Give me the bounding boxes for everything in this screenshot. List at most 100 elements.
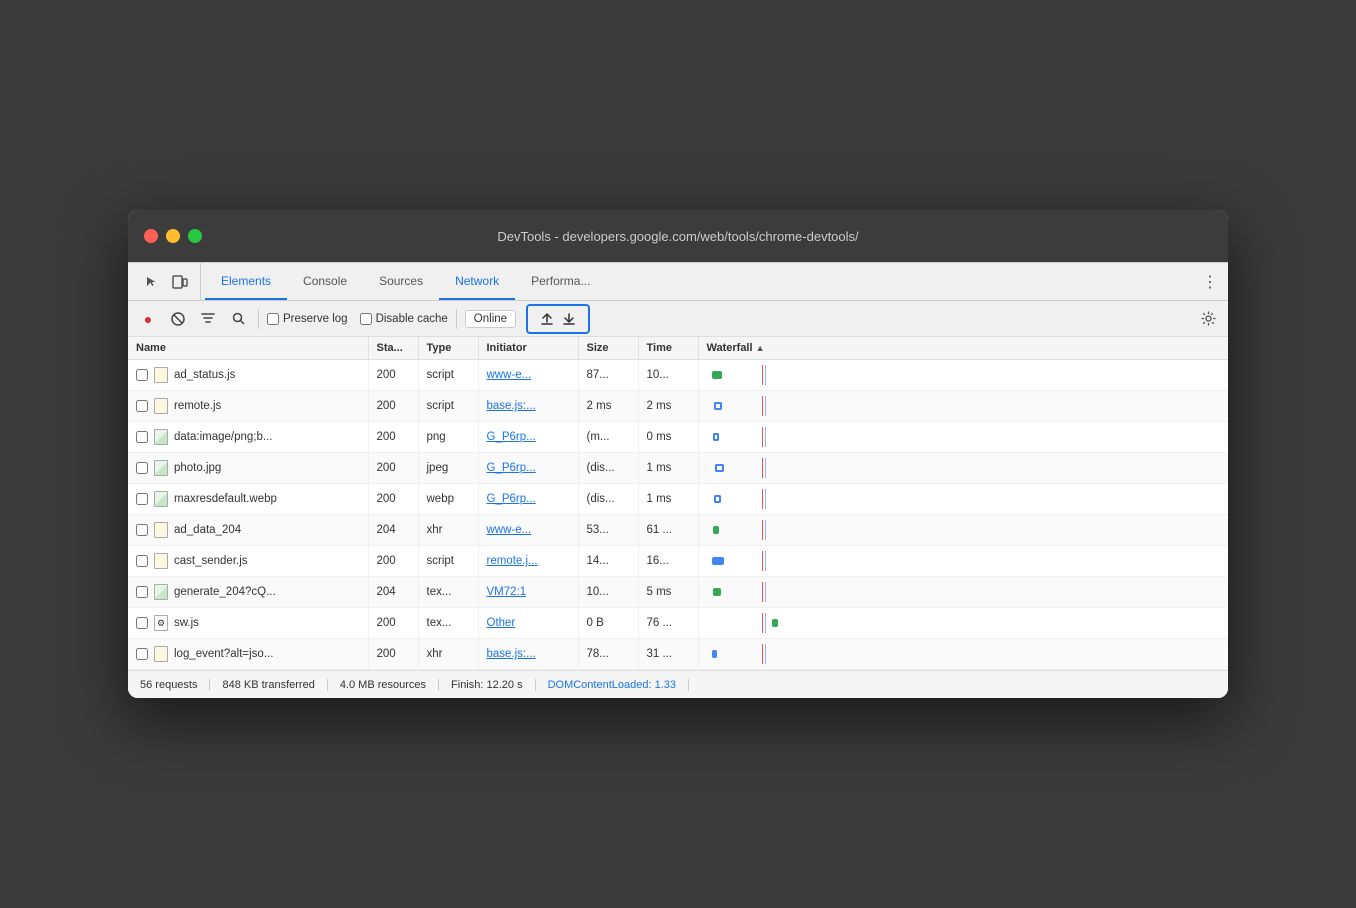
initiator-link[interactable]: base.js:... [487, 400, 536, 412]
row-checkbox[interactable] [136, 648, 148, 660]
file-name: data:image/png;b... [174, 431, 272, 443]
col-header-name[interactable]: Name [128, 337, 368, 360]
row-checkbox[interactable] [136, 369, 148, 381]
more-tabs-button[interactable]: ⋮ [1196, 268, 1224, 296]
cell-initiator[interactable]: base.js:... [478, 391, 578, 422]
cell-initiator[interactable]: VM72:1 [478, 577, 578, 608]
record-button[interactable]: ● [136, 307, 160, 331]
table-row[interactable]: ad_status.js 200scriptwww-e...87...10... [128, 360, 1228, 391]
tab-elements[interactable]: Elements [205, 263, 287, 300]
devtools-body: Elements Console Sources Network Perform… [128, 262, 1228, 698]
toolbar-separator-1 [258, 309, 259, 329]
cell-type: script [418, 391, 478, 422]
cell-initiator[interactable]: G_P6rp... [478, 422, 578, 453]
initiator-link[interactable]: www-e... [487, 524, 532, 536]
disable-cache-label[interactable]: Disable cache [360, 313, 448, 325]
tab-network[interactable]: Network [439, 263, 515, 300]
row-checkbox[interactable] [136, 493, 148, 505]
cell-waterfall [698, 546, 1228, 577]
download-button[interactable] [562, 312, 576, 326]
preserve-log-label[interactable]: Preserve log [267, 313, 348, 325]
tab-icons [132, 263, 201, 300]
cell-initiator[interactable]: www-e... [478, 360, 578, 391]
table-header-row: Name Sta... Type Initiator Size [128, 337, 1228, 360]
cell-initiator[interactable]: remote.j... [478, 546, 578, 577]
col-header-size[interactable]: Size [578, 337, 638, 360]
initiator-link[interactable]: Other [487, 617, 516, 629]
initiator-link[interactable]: VM72:1 [487, 586, 527, 598]
initiator-link[interactable]: remote.j... [487, 555, 538, 567]
table-row[interactable]: photo.jpg 200jpegG_P6rp...(dis...1 ms [128, 453, 1228, 484]
resources-size: 4.0 MB resources [328, 679, 439, 691]
tab-bar: Elements Console Sources Network Perform… [128, 263, 1228, 301]
row-checkbox[interactable] [136, 462, 148, 474]
network-table-body: ad_status.js 200scriptwww-e...87...10...… [128, 360, 1228, 670]
filter-button[interactable] [196, 307, 220, 331]
initiator-link[interactable]: base.js:... [487, 648, 536, 660]
cell-status: 200 [368, 453, 418, 484]
table-row[interactable]: cast_sender.js 200scriptremote.j...14...… [128, 546, 1228, 577]
cell-name: cast_sender.js [128, 546, 368, 577]
col-header-initiator[interactable]: Initiator [478, 337, 578, 360]
row-checkbox[interactable] [136, 617, 148, 629]
initiator-link[interactable]: G_P6rp... [487, 431, 536, 443]
tab-performance[interactable]: Performa... [515, 263, 606, 300]
col-header-waterfall[interactable]: Waterfall ▲ [698, 337, 1228, 360]
network-toolbar: ● Pre [128, 301, 1228, 337]
tab-console[interactable]: Console [287, 263, 363, 300]
cell-name: generate_204?cQ... [128, 577, 368, 608]
maximize-button[interactable] [188, 229, 202, 243]
file-name: log_event?alt=jso... [174, 648, 273, 660]
cell-name: data:image/png;b... [128, 422, 368, 453]
cell-status: 204 [368, 515, 418, 546]
tab-sources[interactable]: Sources [363, 263, 439, 300]
device-toggle-icon[interactable] [168, 270, 192, 294]
cell-initiator[interactable]: Other [478, 608, 578, 639]
cell-size: 2 ms [578, 391, 638, 422]
col-header-type[interactable]: Type [418, 337, 478, 360]
search-button[interactable] [226, 307, 250, 331]
cell-size: (dis... [578, 484, 638, 515]
cursor-icon[interactable] [140, 270, 164, 294]
cell-type: tex... [418, 577, 478, 608]
table-row[interactable]: remote.js 200scriptbase.js:...2 ms2 ms [128, 391, 1228, 422]
disable-cache-checkbox[interactable] [360, 313, 372, 325]
cell-initiator[interactable]: G_P6rp... [478, 484, 578, 515]
file-name: ad_data_204 [174, 524, 241, 536]
online-dropdown[interactable]: Online [465, 310, 516, 328]
table-row[interactable]: maxresdefault.webp 200webpG_P6rp...(dis.… [128, 484, 1228, 515]
clear-button[interactable] [166, 307, 190, 331]
network-table: Name Sta... Type Initiator Size [128, 337, 1228, 670]
initiator-link[interactable]: www-e... [487, 369, 532, 381]
cell-initiator[interactable]: base.js:... [478, 639, 578, 670]
settings-button[interactable] [1196, 307, 1220, 331]
row-checkbox[interactable] [136, 400, 148, 412]
dom-content-loaded: DOMContentLoaded: 1.33 [536, 679, 689, 691]
cell-waterfall [698, 484, 1228, 515]
cell-name: ad_status.js [128, 360, 368, 391]
table-row[interactable]: generate_204?cQ... 204tex...VM72:110...5… [128, 577, 1228, 608]
table-row[interactable]: ⚙ sw.js 200tex...Other0 B76 ... [128, 608, 1228, 639]
table-row[interactable]: data:image/png;b... 200pngG_P6rp...(m...… [128, 422, 1228, 453]
row-checkbox[interactable] [136, 586, 148, 598]
initiator-link[interactable]: G_P6rp... [487, 493, 536, 505]
initiator-link[interactable]: G_P6rp... [487, 462, 536, 474]
cell-initiator[interactable]: G_P6rp... [478, 453, 578, 484]
cell-type: script [418, 360, 478, 391]
cell-status: 200 [368, 639, 418, 670]
col-header-time[interactable]: Time [638, 337, 698, 360]
table-row[interactable]: ad_data_204 204xhrwww-e...53...61 ... [128, 515, 1228, 546]
row-checkbox[interactable] [136, 524, 148, 536]
upload-button[interactable] [540, 312, 554, 326]
row-checkbox[interactable] [136, 431, 148, 443]
row-checkbox[interactable] [136, 555, 148, 567]
preserve-log-checkbox[interactable] [267, 313, 279, 325]
cell-initiator[interactable]: www-e... [478, 515, 578, 546]
close-button[interactable] [144, 229, 158, 243]
cell-status: 200 [368, 391, 418, 422]
table-row[interactable]: log_event?alt=jso... 200xhrbase.js:...78… [128, 639, 1228, 670]
minimize-button[interactable] [166, 229, 180, 243]
col-header-status[interactable]: Sta... [368, 337, 418, 360]
file-name: photo.jpg [174, 462, 221, 474]
toolbar-separator-2 [456, 309, 457, 329]
